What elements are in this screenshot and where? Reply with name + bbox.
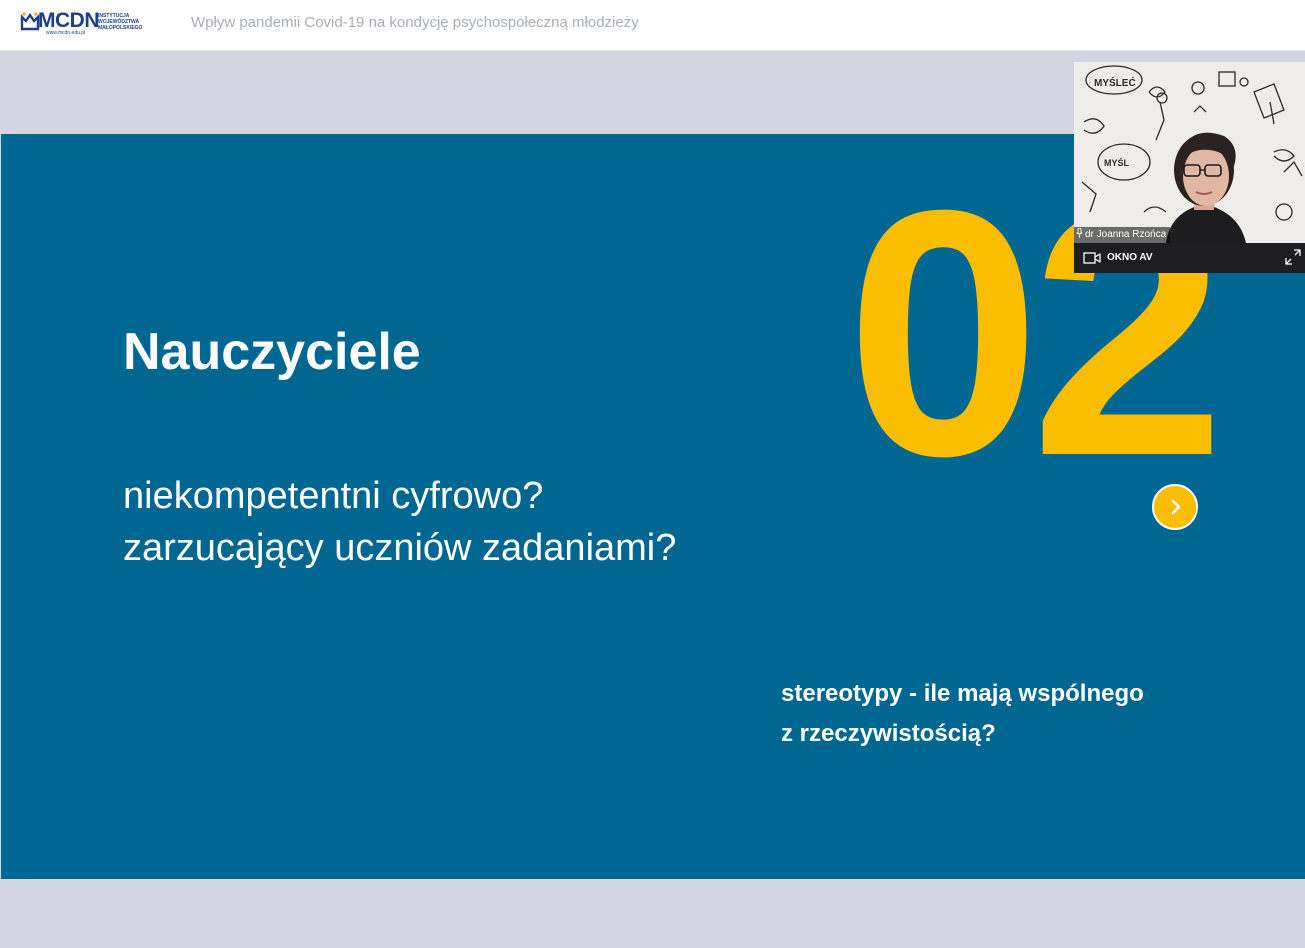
subtitle-line: niekompetentni cyfrowo? <box>123 475 544 517</box>
expand-icon[interactable] <box>1285 249 1301 265</box>
av-window[interactable]: MYŚLEĆ MYŚL dr Joanna Rzońca OKNO AV <box>1074 62 1305 273</box>
microphone-icon <box>1076 228 1083 238</box>
slide-title: Nauczyciele <box>123 323 421 381</box>
slide-note: stereotypy - ile mają wspólnego z rzeczy… <box>781 674 1144 754</box>
logo-mark-icon <box>20 12 40 31</box>
next-slide-button[interactable] <box>1152 484 1198 530</box>
logo-url: www.mcdn.edu.pl <box>46 30 86 36</box>
chevron-right-icon <box>1171 499 1181 515</box>
speaker-name-label: dr Joanna Rzońca <box>1074 227 1171 243</box>
top-bar: MCDN www.mcdn.edu.pl INSTYTUCJA WOJEWÓDZ… <box>0 0 1305 51</box>
av-window-bar: OKNO AV <box>1074 243 1305 273</box>
speaker-name: dr Joanna Rzońca <box>1085 229 1167 240</box>
speaker-video: MYŚLEĆ MYŚL dr Joanna Rzońca <box>1074 62 1305 243</box>
subtitle-line: zarzucający uczniów zadaniami? <box>123 527 677 569</box>
document-title: Wpływ pandemii Covid-19 na kondycję psyc… <box>191 14 639 31</box>
svg-text:MYŚLEĆ: MYŚLEĆ <box>1094 76 1136 89</box>
av-window-label: OKNO AV <box>1107 252 1153 263</box>
note-line: stereotypy - ile mają wspólnego <box>781 680 1144 707</box>
mcdn-logo[interactable]: MCDN www.mcdn.edu.pl INSTYTUCJA WOJEWÓDZ… <box>20 9 150 37</box>
slide-subtitle: niekompetentni cyfrowo? zarzucający uczn… <box>123 470 676 574</box>
note-line: z rzeczywistością? <box>781 720 996 747</box>
speaker-video-image: MYŚLEĆ MYŚL <box>1074 62 1305 243</box>
svg-text:MYŚL: MYŚL <box>1104 157 1130 168</box>
logo-institution: INSTYTUCJA WOJEWÓDZTWA MAŁOPOLSKIEGO <box>98 13 143 31</box>
camera-icon[interactable] <box>1083 251 1101 265</box>
